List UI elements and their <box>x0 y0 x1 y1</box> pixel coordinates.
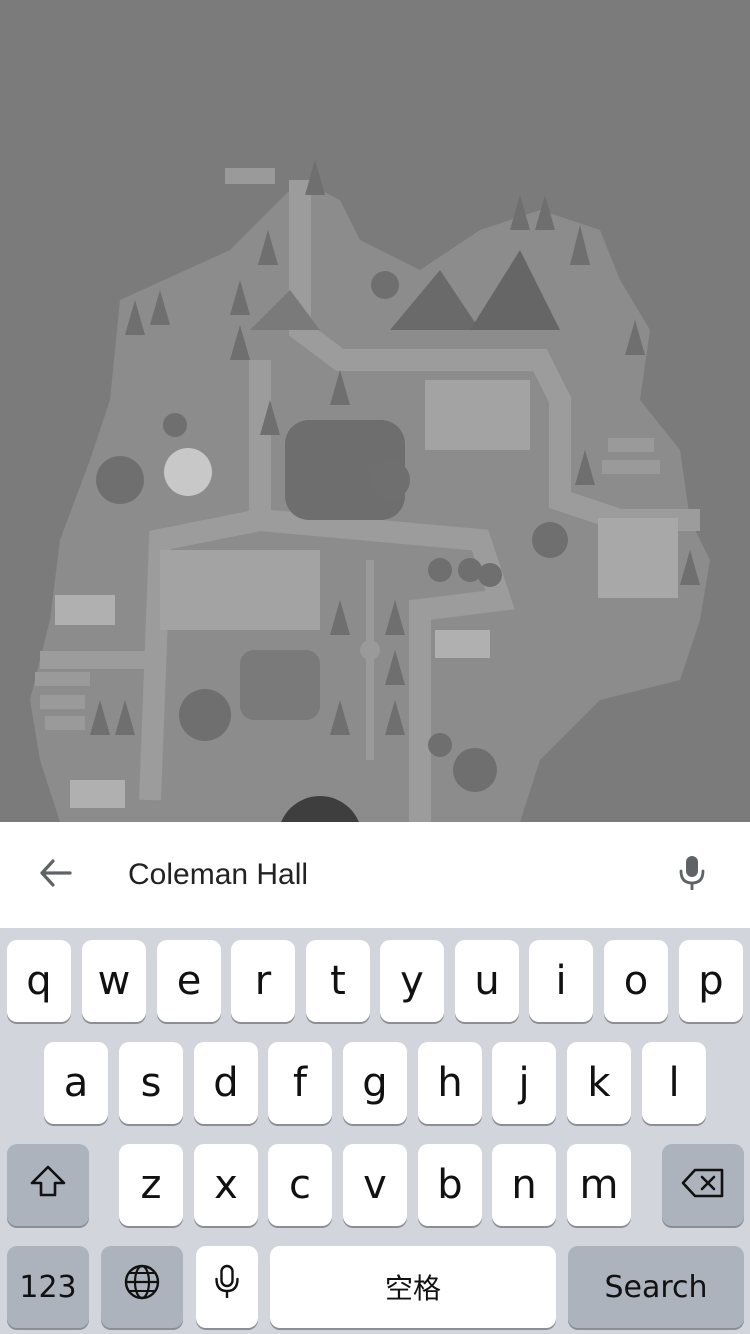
key-b[interactable]: b <box>418 1144 482 1226</box>
dictation-key[interactable] <box>196 1246 258 1328</box>
key-n[interactable]: n <box>492 1144 556 1226</box>
key-c[interactable]: c <box>268 1144 332 1226</box>
key-d[interactable]: d <box>194 1042 258 1124</box>
key-j[interactable]: j <box>492 1042 556 1124</box>
key-h[interactable]: h <box>418 1042 482 1124</box>
key-k[interactable]: k <box>567 1042 631 1124</box>
map-illustration <box>0 0 750 822</box>
key-g[interactable]: g <box>343 1042 407 1124</box>
key-a[interactable]: a <box>44 1042 108 1124</box>
delete-key[interactable] <box>662 1144 744 1226</box>
microphone-icon <box>214 1264 240 1310</box>
key-o[interactable]: o <box>604 940 668 1022</box>
search-input[interactable] <box>128 850 648 900</box>
shift-arrow-icon <box>29 1162 67 1208</box>
shift-key[interactable] <box>7 1144 89 1226</box>
numbers-key[interactable]: 123 <box>7 1246 89 1328</box>
globe-key[interactable] <box>101 1246 183 1328</box>
key-w[interactable]: w <box>82 940 146 1022</box>
key-v[interactable]: v <box>343 1144 407 1226</box>
globe-icon <box>123 1263 161 1311</box>
search-bar <box>0 822 750 928</box>
back-button[interactable] <box>28 847 84 903</box>
onscreen-keyboard: q w e r t y u i o p a s d f g h j k l z … <box>0 928 750 1334</box>
key-t[interactable]: t <box>306 940 370 1022</box>
key-y[interactable]: y <box>380 940 444 1022</box>
key-s[interactable]: s <box>119 1042 183 1124</box>
key-u[interactable]: u <box>455 940 519 1022</box>
backspace-icon <box>681 1162 725 1208</box>
key-q[interactable]: q <box>7 940 71 1022</box>
map-view[interactable] <box>0 0 750 822</box>
key-x[interactable]: x <box>194 1144 258 1226</box>
key-p[interactable]: p <box>679 940 743 1022</box>
microphone-icon <box>678 855 706 896</box>
voice-search-button[interactable] <box>664 847 720 903</box>
key-e[interactable]: e <box>157 940 221 1022</box>
key-r[interactable]: r <box>231 940 295 1022</box>
arrow-left-icon <box>39 858 73 892</box>
key-m[interactable]: m <box>567 1144 631 1226</box>
search-key[interactable]: Search <box>568 1246 744 1328</box>
key-l[interactable]: l <box>642 1042 706 1124</box>
key-z[interactable]: z <box>119 1144 183 1226</box>
space-key[interactable]: 空格 <box>270 1246 556 1328</box>
key-f[interactable]: f <box>268 1042 332 1124</box>
key-i[interactable]: i <box>529 940 593 1022</box>
